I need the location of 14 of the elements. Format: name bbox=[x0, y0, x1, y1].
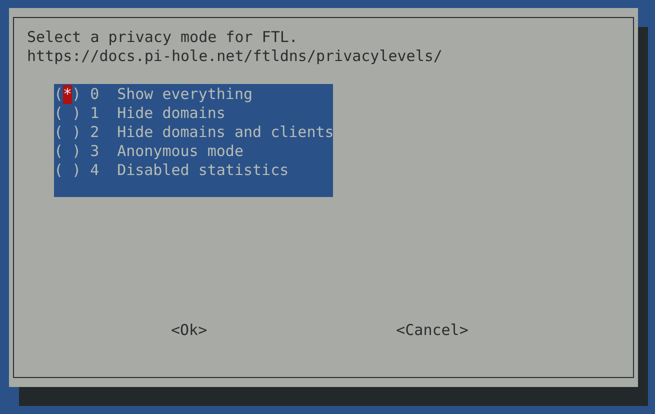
radio-option[interactable]: ( ) 3 Anonymous mode bbox=[54, 142, 244, 161]
prompt-text: Select a privacy mode for FTL. bbox=[27, 28, 299, 47]
radio-option[interactable]: ( ) 1 Hide domains bbox=[54, 104, 226, 123]
radio-button[interactable]: ( ) bbox=[54, 142, 82, 161]
docs-link-text: https://docs.pi-hole.net/ftldns/privacylevels/ bbox=[27, 47, 444, 66]
radio-button[interactable]: ( ) bbox=[54, 104, 82, 123]
radio-option[interactable]: ( ) 2 Hide domains and clients bbox=[54, 123, 334, 142]
radio-button[interactable]: ( ) bbox=[54, 123, 82, 142]
radio-option[interactable]: (*) 0 Show everything bbox=[54, 85, 253, 104]
radio-button[interactable]: ( ) bbox=[54, 161, 82, 180]
radio-option[interactable]: ( ) 4 Disabled statistics bbox=[54, 161, 289, 180]
radio-button[interactable]: (*) bbox=[54, 85, 82, 104]
cancel-button[interactable]: <Cancel> bbox=[396, 321, 468, 340]
ok-button[interactable]: <Ok> bbox=[171, 321, 208, 340]
